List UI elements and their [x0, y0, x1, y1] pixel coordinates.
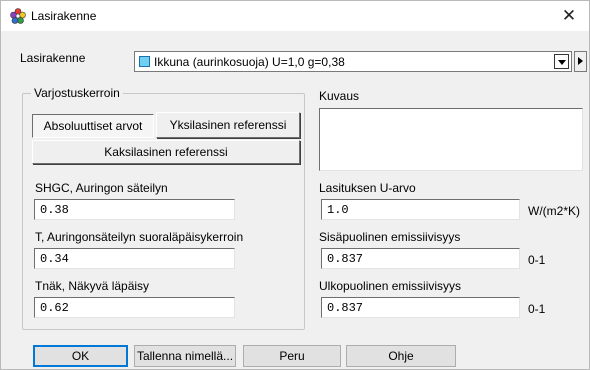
glazing-selected-value: Ikkuna (aurinkosuoja) U=1,0 g=0,38: [154, 55, 345, 69]
close-button[interactable]: ✕: [549, 1, 589, 31]
outer-emissivity-label: Ulkopuolinen emissiivisyys: [319, 279, 462, 293]
transmittance-label: T, Auringonsäteilyn suoraläpäisykerroin: [35, 230, 244, 244]
visible-transmittance-label: Tnäk, Näkyvä läpäisy: [35, 279, 150, 293]
outer-emissivity-unit: 0-1: [528, 302, 546, 316]
double-glass-reference-button[interactable]: Kaksilasinen referenssi: [32, 140, 300, 164]
shading-group-title: Varjostuskerroin: [31, 86, 123, 100]
scroll-right-arrow[interactable]: [574, 51, 587, 72]
description-textarea[interactable]: [319, 108, 583, 171]
single-glass-reference-button[interactable]: Yksilasinen referenssi: [156, 112, 300, 138]
dialog-window: Lasirakenne ✕ Lasirakenne Ikkuna (aurink…: [0, 0, 590, 370]
inner-emissivity-input[interactable]: 0.837: [321, 248, 520, 269]
ok-button[interactable]: OK: [33, 345, 128, 367]
help-button[interactable]: Ohje: [346, 345, 456, 367]
cancel-button[interactable]: Peru: [243, 345, 341, 367]
title-bar: Lasirakenne ✕: [1, 1, 589, 31]
glazing-color-swatch: [139, 56, 150, 67]
close-icon: ✕: [561, 6, 577, 25]
shgc-label: SHGC, Auringon säteilyn: [35, 181, 168, 195]
window-title: Lasirakenne: [31, 9, 97, 23]
transmittance-input[interactable]: 0.34: [34, 248, 235, 269]
visible-transmittance-input[interactable]: 0.62: [34, 297, 235, 318]
glazing-select[interactable]: Ikkuna (aurinkosuoja) U=1,0 g=0,38: [134, 51, 572, 72]
glazing-label: Lasirakenne: [20, 51, 86, 65]
description-label: Kuvaus: [319, 89, 360, 103]
app-palette-icon: [10, 8, 26, 24]
inner-emissivity-unit: 0-1: [528, 253, 546, 267]
chevron-down-icon[interactable]: [554, 54, 569, 69]
outer-emissivity-input[interactable]: 0.837: [321, 297, 520, 318]
u-value-input[interactable]: 1.0: [321, 199, 520, 220]
inner-emissivity-label: Sisäpuolinen emissiivisyys: [319, 230, 461, 244]
shgc-input[interactable]: 0.38: [34, 199, 235, 220]
save-as-button[interactable]: Tallenna nimellä...: [134, 345, 236, 367]
u-value-unit: W/(m2*K): [528, 204, 580, 218]
absolute-values-button[interactable]: Absoluuttiset arvot: [32, 114, 154, 138]
u-value-label: Lasituksen U-arvo: [319, 181, 416, 195]
